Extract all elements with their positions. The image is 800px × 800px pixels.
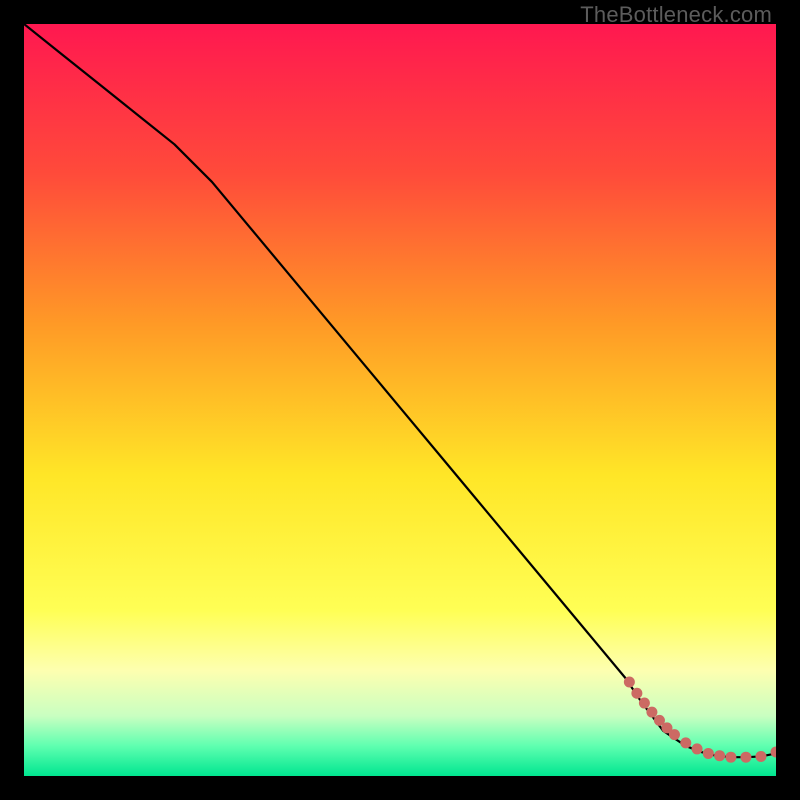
scatter-point: [631, 688, 642, 699]
chart-frame: [24, 24, 776, 776]
scatter-point: [740, 752, 751, 763]
chart-svg: [24, 24, 776, 776]
scatter-point: [714, 750, 725, 761]
scatter-point: [680, 737, 691, 748]
scatter-point: [646, 707, 657, 718]
scatter-point: [692, 743, 703, 754]
scatter-point: [755, 751, 766, 762]
scatter-point: [703, 748, 714, 759]
scatter-point: [639, 698, 650, 709]
scatter-point: [725, 752, 736, 763]
scatter-point: [669, 729, 680, 740]
chart-background: [24, 24, 776, 776]
scatter-point: [624, 677, 635, 688]
